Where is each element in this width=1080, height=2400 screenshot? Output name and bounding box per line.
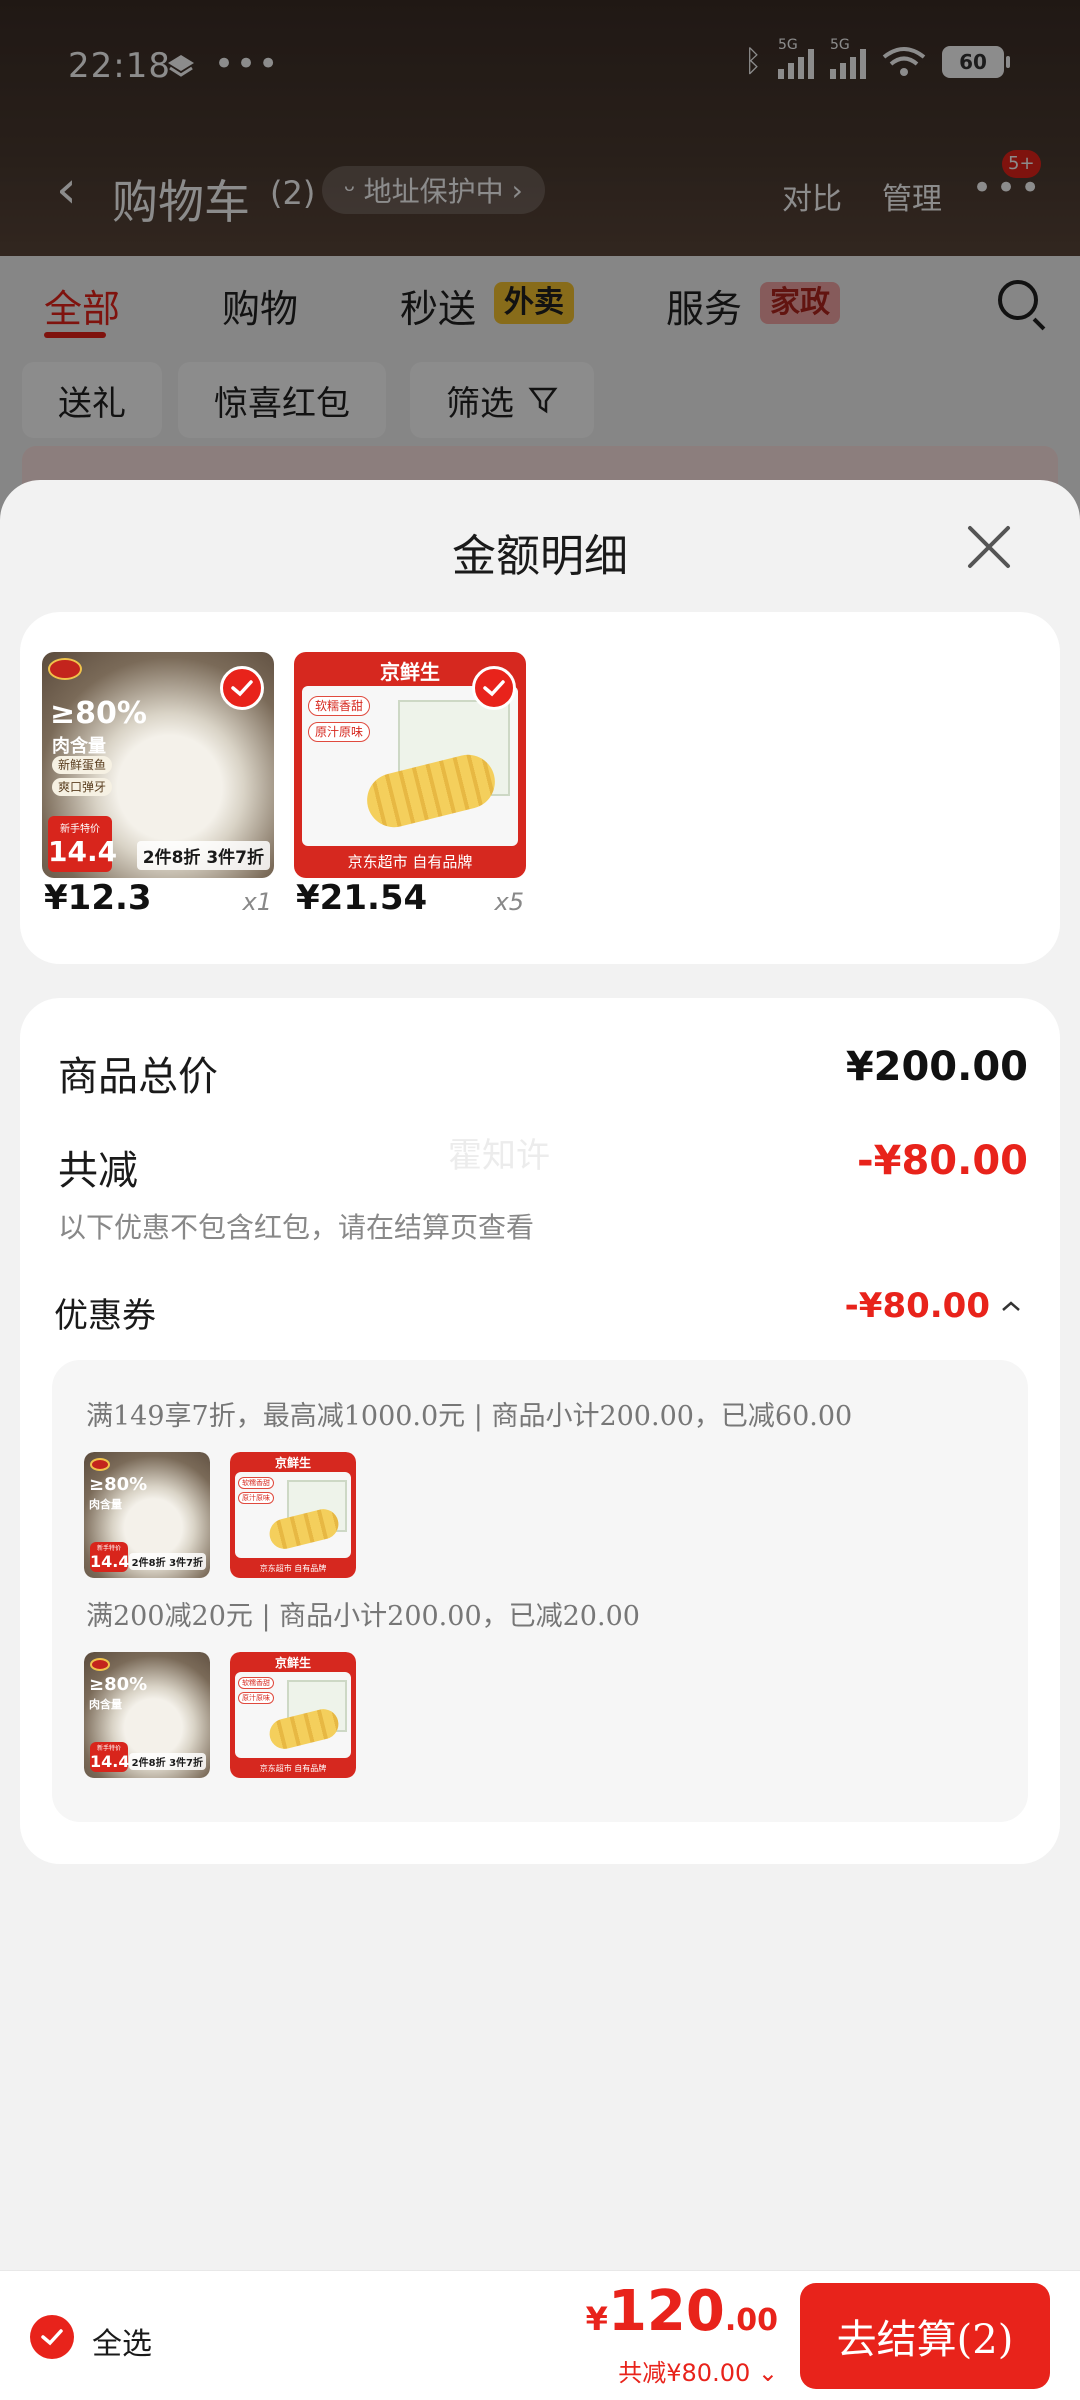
currency-symbol: ¥ bbox=[585, 2300, 608, 2338]
sheet-title: 金额明细 bbox=[452, 531, 628, 582]
product-item[interactable]: 京鲜生 软糯香甜 原汁原味 京东超市 自有品牌 ¥21.54 x5 bbox=[294, 652, 526, 918]
coupon-toggle[interactable]: -¥80.00 bbox=[845, 1286, 1022, 1326]
total-discount-toggle[interactable]: 共减¥80.00 ⌄ bbox=[618, 2353, 778, 2388]
coupon-product-thumb: ≥80% 肉含量 新手特价 14.4 2件8折 3件7折 bbox=[84, 1652, 210, 1778]
deal-text: 2件8折 3件7折 bbox=[136, 841, 270, 870]
checked-icon[interactable] bbox=[472, 666, 516, 710]
price-flag: 新手特价 14.4 bbox=[48, 816, 117, 872]
product-image-text: 京东超市 自有品牌 bbox=[259, 1564, 327, 1573]
select-all-checkbox[interactable] bbox=[30, 2315, 74, 2359]
product-image-text: ≥80% bbox=[89, 1474, 148, 1495]
selected-products-card: ≥80% 肉含量 新鲜蛋鱼 爽口弹牙 新手特价 14.4 2件8折 3件7折 ¥1… bbox=[20, 612, 1060, 964]
close-icon[interactable] bbox=[962, 520, 1016, 574]
total-decimal: .00 bbox=[724, 2303, 778, 2338]
product-image: ≥80% 肉含量 新鲜蛋鱼 爽口弹牙 新手特价 14.4 2件8折 3件7折 bbox=[42, 652, 274, 878]
brand-logo bbox=[48, 658, 82, 680]
product-price: ¥12.3 bbox=[44, 878, 152, 918]
discount-label: 共减 bbox=[58, 1148, 138, 1194]
checked-icon[interactable] bbox=[220, 666, 264, 710]
corn-illustration bbox=[266, 1705, 342, 1753]
product-feature-tag: 新鲜蛋鱼 bbox=[52, 756, 113, 774]
product-image-text: 肉含量 bbox=[89, 1698, 122, 1711]
coupon-product-thumb: 京鲜生 软糯香甜 原汁原味 京东超市 自有品牌 bbox=[230, 1452, 356, 1578]
price-summary-card: 商品总价 ¥200.00 共减 霍知许 -¥80.00 以下优惠不包含红包，请在… bbox=[20, 998, 1060, 1864]
discount-value: -¥80.00 bbox=[857, 1138, 1028, 1184]
coupon-product-thumb: ≥80% 肉含量 新手特价 14.4 2件8折 3件7折 bbox=[84, 1452, 210, 1578]
product-image-text: 京东超市 自有品牌 bbox=[347, 853, 473, 871]
product-photo: 软糯香甜 原汁原味 bbox=[235, 1672, 351, 1758]
product-image: 京鲜生 软糯香甜 原汁原味 京东超市 自有品牌 bbox=[294, 652, 526, 878]
product-image-text: ≥80% bbox=[50, 696, 147, 731]
product-image-text: 肉含量 bbox=[52, 736, 106, 757]
discount-note: 以下优惠不包含红包，请在结算页查看 bbox=[58, 1211, 535, 1244]
coupon-rule: 满200减20元 | 商品小计200.00，已减20.00 bbox=[86, 1601, 640, 1632]
product-feature-tag: 软糯香甜 bbox=[238, 1677, 274, 1689]
product-photo: 软糯香甜 原汁原味 bbox=[302, 686, 518, 846]
chevron-down-icon: ⌄ bbox=[757, 2359, 778, 2387]
checkout-bar: 全选 ¥120.00 共减¥80.00 ⌄ 去结算(2) bbox=[0, 2270, 1080, 2400]
product-thumbnail: 京鲜生 软糯香甜 原汁原味 京东超市 自有品牌 bbox=[230, 1652, 356, 1778]
product-item[interactable]: ≥80% 肉含量 新鲜蛋鱼 爽口弹牙 新手特价 14.4 2件8折 3件7折 ¥1… bbox=[42, 652, 274, 918]
product-quantity: x1 bbox=[242, 888, 272, 916]
total-payable: ¥120.00 bbox=[586, 2279, 778, 2344]
brand-logo bbox=[90, 1658, 110, 1671]
coupon-value: -¥80.00 bbox=[844, 1286, 990, 1326]
product-image-text: 京鲜生 bbox=[274, 1656, 311, 1670]
product-thumbnail: ≥80% 肉含量 新手特价 14.4 2件8折 3件7折 bbox=[84, 1652, 210, 1778]
watermark-text: 霍知许 bbox=[448, 1136, 550, 1176]
product-feature-tag: 软糯香甜 bbox=[308, 696, 371, 716]
product-image-text: ≥80% bbox=[89, 1674, 148, 1695]
product-photo: 软糯香甜 原汁原味 bbox=[235, 1472, 351, 1558]
chevron-up-icon bbox=[1002, 1301, 1020, 1311]
product-quantity: x5 bbox=[494, 888, 524, 916]
product-thumbnail: 京鲜生 软糯香甜 原汁原味 京东超市 自有品牌 bbox=[230, 1452, 356, 1578]
total-price-value: ¥200.00 bbox=[845, 1044, 1028, 1090]
coupon-rule: 满149享7折，最高减1000.0元 | 商品小计200.00，已减60.00 bbox=[86, 1401, 853, 1432]
product-price: ¥21.54 bbox=[296, 878, 428, 918]
product-thumbnail: ≥80% 肉含量 新手特价 14.4 2件8折 3件7折 bbox=[84, 1452, 210, 1578]
coupon-product-thumb: 京鲜生 软糯香甜 原汁原味 京东超市 自有品牌 bbox=[230, 1652, 356, 1778]
total-discount-text: 共减¥80.00 bbox=[618, 2359, 751, 2387]
checkout-button[interactable]: 去结算(2) bbox=[800, 2283, 1050, 2389]
select-all-label[interactable]: 全选 bbox=[92, 2319, 152, 2363]
coupon-label: 优惠券 bbox=[54, 1296, 156, 1336]
amount-details-sheet: 金额明细 ≥80% 肉含量 新鲜蛋鱼 爽口弹牙 新手特价 14.4 2件8折 3件… bbox=[0, 480, 1080, 2270]
product-feature-tag: 原汁原味 bbox=[308, 722, 371, 742]
product-image-text: 京鲜生 bbox=[274, 1456, 311, 1470]
product-feature-tag: 软糯香甜 bbox=[238, 1477, 274, 1489]
brand-logo bbox=[90, 1458, 110, 1471]
total-integer: 120 bbox=[607, 2279, 725, 2344]
deal-text: 2件8折 3件7折 bbox=[128, 1553, 206, 1570]
deal-text: 2件8折 3件7折 bbox=[128, 1753, 206, 1770]
product-image-text: 京东超市 自有品牌 bbox=[259, 1764, 327, 1773]
total-price-label: 商品总价 bbox=[58, 1054, 218, 1100]
coupon-details: 满149享7折，最高减1000.0元 | 商品小计200.00，已减60.00 … bbox=[52, 1360, 1028, 1822]
product-image-text: 肉含量 bbox=[89, 1498, 122, 1511]
product-feature-tag: 原汁原味 bbox=[238, 1492, 274, 1504]
price-flag: 新手特价 14.4 bbox=[90, 1542, 129, 1572]
product-feature-tag: 原汁原味 bbox=[238, 1692, 274, 1704]
product-feature-tag: 爽口弹牙 bbox=[52, 778, 113, 796]
price-flag: 新手特价 14.4 bbox=[90, 1742, 129, 1772]
corn-illustration bbox=[266, 1505, 342, 1553]
